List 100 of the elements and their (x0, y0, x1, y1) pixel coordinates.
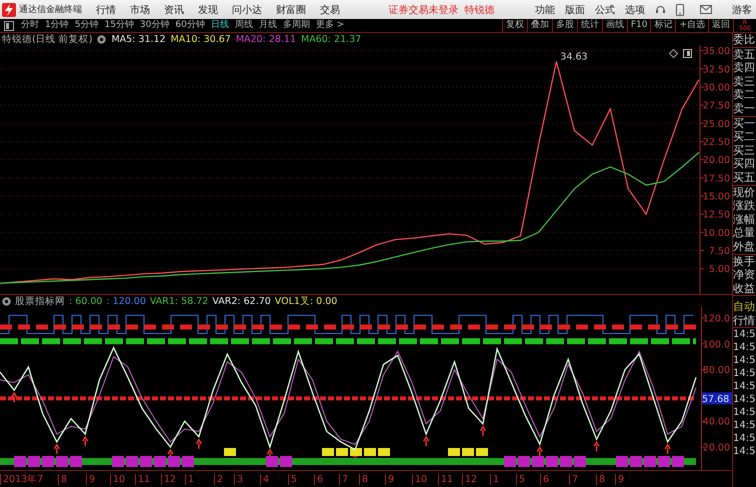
panel-icon[interactable] (683, 49, 692, 58)
period-tab[interactable]: 月线 (256, 19, 280, 32)
period-tab[interactable]: 60分钟 (172, 19, 208, 32)
menu-item[interactable]: 交易 (320, 2, 340, 16)
price-axis-label: 15.00 (702, 192, 730, 203)
trade-time: 14:5 (733, 406, 756, 420)
date-axis-label: 12 (462, 474, 478, 485)
quote-field-label: 买三 (733, 144, 756, 158)
quote-field-label: 买一 (733, 116, 756, 130)
date-axis-label: 10 (110, 474, 126, 485)
period-tab[interactable]: 周线 (232, 19, 256, 32)
date-axis-label: 5 (288, 474, 298, 485)
price-axis-label: 22.50 (702, 137, 730, 148)
menu-item[interactable]: 市场 (130, 2, 150, 16)
price-axis-label: 25.00 (702, 118, 730, 130)
price-axis-label: 32.50 (702, 64, 730, 76)
menu-item[interactable]: 公式 (595, 2, 615, 16)
quote-field-label: 卖二 (733, 88, 756, 102)
quote-field-label: 涨跌 (733, 199, 756, 213)
user-name[interactable]: 游客 (732, 2, 752, 16)
date-axis-label: 2013年7 (0, 474, 44, 485)
date-axis-label: 11 (438, 474, 454, 485)
menu-item[interactable]: 资讯 (164, 2, 184, 16)
quote-field-label: 买五 (733, 170, 756, 185)
quote-field-label: 外盘 (733, 240, 756, 254)
toolbar-button[interactable]: 标记 (650, 19, 676, 32)
ma-legend-value: MA5: 31.12 (111, 34, 166, 44)
gear-icon[interactable] (97, 34, 106, 44)
menu-item[interactable]: 问小达 (232, 2, 262, 16)
chart-title: 特锐德(日线 前复权) (2, 32, 92, 46)
menu-item[interactable]: 发现 (198, 2, 218, 16)
quote-field-label: 买四 (733, 157, 756, 171)
toolbar-button[interactable]: +自选 (675, 19, 708, 32)
indicator-legend-value: VOL1叉: 0.00 (274, 294, 338, 308)
auto-mode-label[interactable]: 自动 (733, 300, 756, 314)
ma-legend-value: MA20: 28.11 (236, 34, 296, 44)
toolbar-button[interactable]: 画线 (602, 19, 627, 32)
more-menu[interactable]: 更多 > (312, 19, 348, 32)
period-tab[interactable]: 30分钟 (136, 19, 172, 32)
price-axis-label: 7.50 (708, 246, 730, 258)
indicator-legend-value: : 60.00 (69, 296, 102, 306)
quote-field-label: 涨幅 (733, 212, 756, 226)
indicator-axis-label: 20.00 (702, 442, 730, 454)
current-value-marker: 57.68 (701, 392, 732, 405)
date-axis-label: 10 (412, 474, 428, 485)
toolbar-button[interactable]: F10 (626, 19, 650, 32)
date-axis-label: 6 (540, 474, 550, 485)
menu-item[interactable]: 财富圈 (276, 2, 306, 16)
gear-icon[interactable] (2, 296, 11, 306)
stock-name-link[interactable]: 特锐德 (464, 2, 494, 16)
indicator-legend-value: VAR1: 58.72 (150, 296, 208, 306)
period-tab[interactable]: 日线 (208, 19, 232, 32)
toolbar-button[interactable]: 统计 (576, 19, 602, 32)
tick-list-label: 行情 (733, 314, 756, 328)
logo-icon (2, 2, 16, 16)
date-axis-label: 5 (516, 474, 526, 485)
peak-price-label: 34.63 (560, 52, 588, 63)
price-axis-label: 12.50 (702, 210, 730, 221)
menu-item[interactable]: 版面 (565, 2, 585, 16)
trade-time: 14:5 (733, 445, 756, 458)
date-axis-label: 8 (596, 474, 606, 485)
quote-field-label: 净资 (733, 268, 756, 282)
indicator-title: 股票指标网 (15, 294, 65, 308)
trade-time: 14:5 (733, 354, 756, 368)
indicator-legend-value: VAR2: 62.70 (212, 296, 271, 306)
diamond-icon[interactable] (669, 49, 678, 58)
period-tab[interactable]: 分时 (18, 19, 42, 32)
menu-item[interactable]: 功能 (535, 2, 555, 16)
trade-time: 14:5 (733, 367, 756, 380)
quote-field-label: 现价 (733, 186, 756, 200)
panel-toggle-icon[interactable] (4, 21, 14, 31)
period-tab[interactable]: 1分钟 (42, 19, 72, 32)
price-axis-label: 5.00 (708, 264, 730, 276)
period-tab[interactable]: 5分钟 (72, 19, 102, 32)
indicator-axis-label: 80.00 (702, 365, 730, 376)
trade-time: 14:5 (733, 432, 756, 446)
date-axis-label: 1 (185, 474, 194, 485)
trade-time: 14:5 (733, 328, 756, 342)
period-tab[interactable]: 多周期 (280, 19, 313, 32)
menu-item[interactable]: 选项 (625, 2, 645, 16)
quote-field-label: 卖三 (733, 74, 756, 88)
headset-icon[interactable] (655, 4, 666, 15)
date-axis-label: 8 (58, 474, 68, 485)
toolbar-button[interactable]: 复权 (502, 19, 527, 32)
menu-item[interactable]: 行情 (96, 2, 116, 16)
envelope-icon[interactable] (700, 5, 712, 14)
toolbar-button[interactable]: 返回 (708, 19, 733, 32)
toolbar-button[interactable]: 多股 (552, 19, 577, 32)
ma-legend-value: MA60: 21.37 (301, 34, 362, 44)
date-axis-label: 8 (359, 474, 368, 485)
toolbar-button[interactable]: 叠加 (526, 19, 552, 32)
price-axis-label: 30.00 (702, 82, 730, 94)
date-axis-label: 11 (135, 474, 150, 485)
period-tab[interactable]: 15分钟 (101, 19, 137, 32)
price-axis-label: 35.00 (702, 46, 730, 58)
trade-time: 14:5 (733, 341, 756, 354)
price-axis-label: 27.50 (702, 100, 730, 112)
phone-icon[interactable] (676, 4, 684, 16)
app-title: 通达信金融终端 (19, 4, 82, 16)
indicator-axis-label: 40.00 (702, 416, 730, 428)
